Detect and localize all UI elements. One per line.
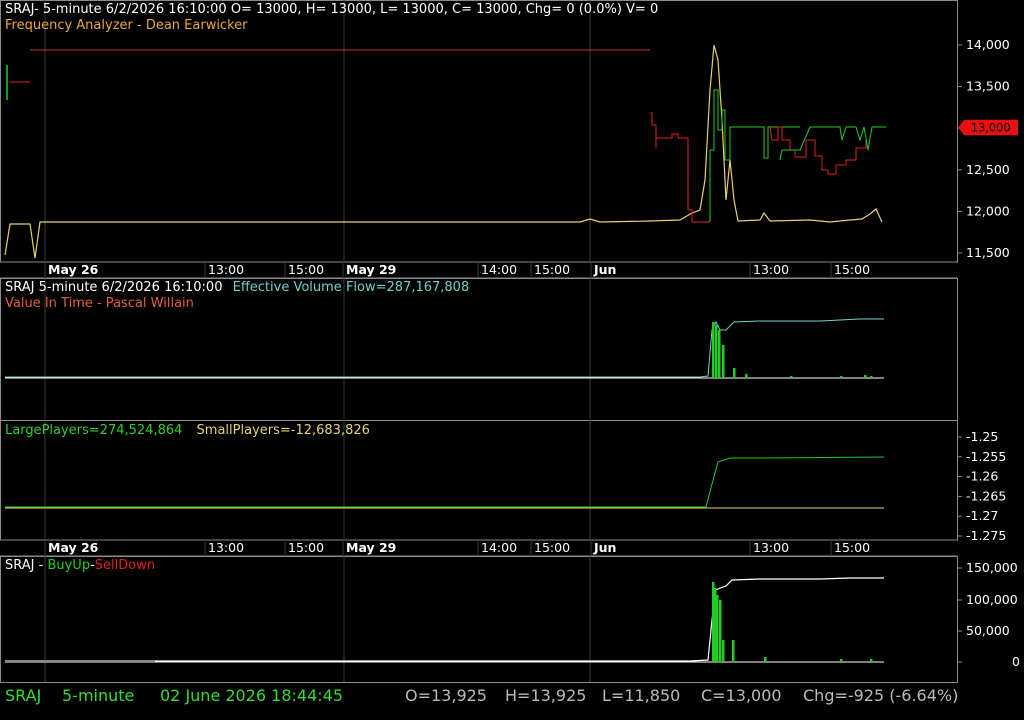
buyup-label: BuyUp	[47, 558, 91, 573]
p4-bar-4	[722, 640, 725, 662]
status-high: H=13,925	[505, 686, 587, 705]
time-label-8-0: 15:00	[834, 262, 870, 277]
status-change: Chg=-925 (-6.64%)	[803, 686, 959, 705]
p4-ylabel-3: 0	[1012, 654, 1020, 669]
panel3-header: LargePlayers=274,524,864 SmallPlayers=-1…	[5, 423, 370, 438]
last-price-label: 13,000	[971, 121, 1011, 135]
p3-ylabel-5: -1.275	[966, 528, 1006, 543]
panel4-header: SRAJ - BuyUp-SellDown	[5, 558, 155, 573]
time-label-2-1: 15:00	[288, 540, 324, 555]
p2-bar-1	[715, 325, 718, 378]
panel2-header-value: Effective Volume Flow=287,167,808	[232, 280, 470, 295]
p3-ylabel-0: -1.25	[966, 429, 998, 444]
panel2-header: SRAJ 5-minute 6/2/2026 16:10:00 Effectiv…	[5, 280, 469, 295]
status-open: O=13,925	[405, 686, 487, 705]
p4-bar-6	[764, 657, 767, 662]
time-label-2-0: 15:00	[288, 262, 324, 277]
p2-bar-2	[718, 330, 721, 378]
status-datetime: 02 June 2026 18:44:45	[160, 686, 344, 705]
selldown-label: SellDown	[94, 558, 156, 573]
panel1-frame	[0, 0, 958, 263]
status-bar: SRAJ 5-minute 02 June 2026 18:44:45 O=13…	[0, 683, 1024, 709]
time-label-4-1: 14:00	[481, 540, 517, 555]
p2-bar-0	[712, 322, 715, 378]
time-label-3-0: May 29	[346, 262, 396, 277]
status-low: L=11,850	[602, 686, 681, 705]
last-price-tag: 13,000	[958, 119, 1018, 136]
p4-bar-7	[840, 659, 843, 662]
p3-ylabel-4: -1.27	[966, 508, 998, 523]
panel3-frame	[0, 420, 958, 541]
p2-bar-6	[790, 376, 793, 378]
p2-bar-3	[722, 345, 725, 378]
p3-ylabel-2: -1.26	[966, 469, 998, 484]
time-label-8-1: 15:00	[834, 540, 870, 555]
panel4-frame	[0, 556, 958, 683]
p2-bar-4	[733, 368, 736, 378]
frequency-analyzer-line	[4, 44, 883, 259]
p1-ylabel-1: 13,500	[966, 79, 1010, 94]
panel2-indicator: Value In Time - Pascal Willain	[5, 296, 194, 311]
p1-ylabel-0: 14,000	[966, 37, 1010, 52]
p2-bar-5	[745, 374, 748, 378]
status-interval: 5-minute	[62, 686, 135, 705]
time-label-7-1: 13:00	[753, 540, 789, 555]
large-players-line	[5, 456, 885, 508]
p4-bar-3	[719, 600, 722, 662]
p4-ylabel-1: 100,000	[966, 592, 1018, 607]
status-close: C=13,000	[701, 686, 782, 705]
p2-bar-9	[870, 376, 873, 378]
time-label-0-1: May 26	[48, 540, 99, 555]
p4-bar-2	[716, 595, 719, 662]
p1-ylabel-4: 12,000	[966, 203, 1010, 218]
p1-ylabel-3: 12,500	[966, 162, 1010, 177]
effective-volume-flow-line	[5, 318, 884, 378]
panel1-header: SRAJ- 5-minute 6/2/2026 16:10:00 O= 1300…	[5, 2, 659, 17]
time-label-0-0: May 26	[48, 262, 99, 277]
time-label-4-0: 14:00	[481, 262, 517, 277]
time-label-3-1: May 29	[346, 540, 396, 555]
time-label-1-1: 13:00	[208, 540, 244, 555]
p2-bar-8	[864, 375, 867, 378]
p4-ylabel-2: 50,000	[966, 623, 1010, 638]
p2-bar-7	[840, 376, 843, 378]
time-label-5-1: 15:00	[534, 540, 570, 555]
panel2-header-prefix: SRAJ 5-minute 6/2/2026 16:10:00	[5, 280, 223, 295]
chart-canvas: May 26 May 26 13:00 13:00 15:00 15:00 May 29 Ma…	[0, 0, 1020, 683]
p1-ylabel-5: 11,500	[966, 245, 1010, 260]
panel1-indicator: Frequency Analyzer - Dean Earwicker	[5, 18, 248, 33]
time-label-5-0: 15:00	[534, 262, 570, 277]
panel4-symbol: SRAJ -	[5, 558, 48, 573]
time-label-7-0: 13:00	[753, 262, 789, 277]
p4-cumulative-line	[5, 577, 884, 662]
p4-early-volume	[5, 660, 155, 662]
p4-bar-5	[732, 640, 735, 662]
time-label-1-0: 13:00	[208, 262, 244, 277]
p4-bar-8	[870, 659, 873, 662]
p3-ylabel-3: -1.265	[966, 488, 1006, 503]
price-steps-green-2	[779, 126, 886, 161]
time-label-6-0: Jun	[593, 262, 616, 277]
small-players-label: SmallPlayers=-12,683,826	[196, 423, 370, 438]
p3-ylabel-1: -1.255	[966, 449, 1006, 464]
status-symbol: SRAJ	[5, 686, 42, 705]
large-players-label: LargePlayers=274,524,864	[5, 423, 183, 438]
time-label-6-1: Jun	[593, 540, 616, 555]
p4-ylabel-0: 150,000	[966, 560, 1018, 575]
